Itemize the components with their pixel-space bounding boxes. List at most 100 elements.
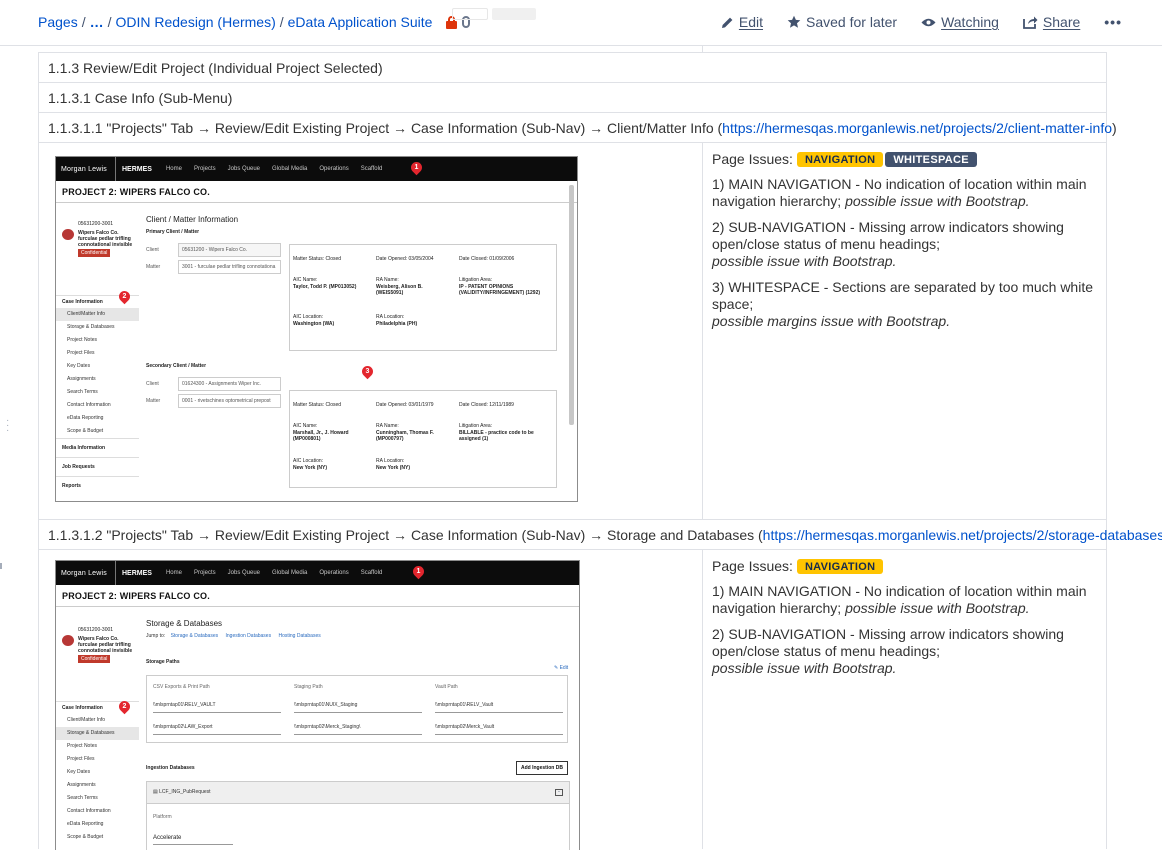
breadcrumb: Pages / … / ODIN Redesign (Hermes) / eDa… (38, 14, 471, 30)
mock-nav-item: Scaffold (360, 166, 383, 172)
mock-side-item: eData Reporting (67, 415, 104, 421)
section-heading: 1.1.3.1.1 "Projects" Tab → Review/Edit E… (48, 120, 723, 136)
mock-hermes: HERMES (121, 569, 152, 577)
mock-side-item: Project Files (67, 756, 95, 762)
mock-project-title: PROJECT 2: WIPERS FALCO CO. (56, 585, 579, 607)
whitespace-lozenge: WHITESPACE (885, 152, 977, 167)
mock-subheading: Storage Paths (146, 659, 180, 665)
mock-text: Washington (WA) (293, 321, 335, 327)
folder-icon (62, 635, 74, 646)
mock-field: 01624300 - Assignments Wiper Inc. (178, 377, 281, 391)
mock-label: Matter (146, 264, 161, 270)
page-actions: Edit Saved for later Watching Share ••• (721, 14, 1122, 30)
mock-side-item: Client/Matter Info (67, 717, 106, 723)
page-issues-label: Page Issues: (712, 558, 793, 574)
mock-text: Vault Path (435, 684, 458, 690)
page-header: Pages / … / ODIN Redesign (Hermes) / eDa… (0, 0, 1162, 46)
page-issues-label: Page Issues: (712, 151, 793, 167)
mock-side-item: Search Terms (67, 389, 98, 395)
table-row: Morgan Lewis HERMES Home Projects Jobs Q… (39, 142, 1106, 519)
mock-text: Date Closed: 01/09/2006 (459, 256, 515, 262)
mock-logo: Morgan Lewis (56, 561, 116, 585)
mock-side-item: Project Files (67, 350, 95, 356)
mock-text: AIC Location: (293, 458, 324, 464)
mock-text: CSV Exports & Print Path (153, 684, 210, 690)
mock-text: Litigation Area: (459, 423, 493, 429)
mock-card-id: 05631200-3001 (78, 627, 114, 633)
mock-nav-item: Projects (193, 570, 216, 576)
mock-text: \\mlsprntap02\Merck_Vault (435, 724, 563, 735)
share-label: Share (1042, 14, 1081, 30)
mock-card-matter: furculae pedlar trifling connotational i… (78, 642, 133, 654)
mock-text: Matter Status: Closed (293, 256, 342, 262)
drag-handle-icon[interactable]: · · · (6, 416, 9, 436)
mock-side-heading: Reports (56, 476, 139, 495)
mock-text: Matter Status: Closed (293, 402, 342, 408)
share-icon (1023, 16, 1038, 29)
mock-text: Jump to: (146, 633, 166, 639)
mock-label: Client (146, 247, 159, 253)
mock-text: Platform (153, 814, 172, 820)
mock-logo: Morgan Lewis (56, 157, 116, 181)
mock-card-matter: furculae pedlar trifling connotational i… (78, 236, 133, 248)
storage-databases-link[interactable]: https://hermesqas.morganlewis.net/projec… (763, 527, 1162, 543)
mock-text: LCF_ING_PubRequest (159, 789, 211, 795)
mock-subheading: Secondary Client / Matter (146, 363, 207, 369)
mock-nav: Morgan Lewis HERMES Home Projects Jobs Q… (56, 561, 579, 585)
issue-item: 2) SUB-NAVIGATION - Missing arrow indica… (712, 219, 1064, 269)
saved-label: Saved for later (806, 14, 898, 30)
star-icon (787, 15, 801, 28)
breadcrumb-parent[interactable]: ODIN Redesign (Hermes) (115, 14, 275, 30)
mock-edit-link: ✎ Edit (554, 665, 569, 671)
mock-text: Litigation Area: (459, 277, 493, 283)
mock-nav-item: Home (165, 570, 182, 576)
storage-databases-screenshot: Morgan Lewis HERMES Home Projects Jobs Q… (55, 560, 580, 850)
mock-hermes: HERMES (121, 165, 152, 173)
watching-button[interactable]: Watching (921, 14, 999, 30)
mock-side-item: Search Terms (67, 795, 98, 801)
collapse-icon: - (555, 789, 563, 796)
issue-item: 1) MAIN NAVIGATION - No indication of lo… (712, 583, 1087, 616)
mock-side-item: Key Dates (67, 769, 91, 775)
mock-accordion: ▤ LCF_ING_PubRequest - Platform Accelera… (146, 781, 570, 850)
mock-add-button: Add Ingestion DB (516, 761, 568, 775)
edit-button[interactable]: Edit (721, 14, 763, 30)
breadcrumb-current[interactable]: eData Application Suite (288, 14, 433, 30)
share-button[interactable]: Share (1023, 14, 1080, 30)
issue-item: 2) SUB-NAVIGATION - Missing arrow indica… (712, 626, 1064, 676)
mock-text: \\mlsprntap02\LAW_Export (153, 724, 281, 735)
mock-nav: Morgan Lewis HERMES Home Projects Jobs Q… (56, 157, 577, 181)
table-row: 1.1.3 Review/Edit Project (Individual Pr… (39, 52, 1106, 82)
mock-nav-item: Home (165, 166, 182, 172)
mock-nav-item: Jobs Queue (227, 166, 260, 172)
saved-for-later-button[interactable]: Saved for later (787, 14, 897, 30)
screenshot-cell: Morgan Lewis HERMES Home Projects Jobs Q… (39, 143, 703, 519)
watching-label: Watching (941, 14, 999, 30)
section-heading: 1.1.3.1 Case Info (Sub-Menu) (48, 90, 233, 106)
mock-project-title: PROJECT 2: WIPERS FALCO CO. (56, 181, 577, 203)
table-row: 1.1.3.1.1 "Projects" Tab → Review/Edit E… (39, 112, 1117, 142)
gutter-marker (0, 563, 2, 569)
issue-item: 1) MAIN NAVIGATION - No indication of lo… (712, 176, 1087, 209)
ghost-field (452, 8, 488, 20)
breadcrumb-pages[interactable]: Pages (38, 14, 78, 30)
breadcrumb-separator: / (81, 14, 86, 30)
mock-subheading: Primary Client / Matter (146, 229, 200, 235)
more-actions-icon[interactable]: ••• (1104, 14, 1122, 30)
mock-text: RA Location: (376, 458, 405, 464)
client-matter-link[interactable]: https://hermesqas.morganlewis.net/projec… (722, 120, 1112, 136)
requirements-table: 1.1.3 Review/Edit Project (Individual Pr… (38, 52, 1162, 850)
table-row: 1.1.3.1.2 "Projects" Tab → Review/Edit E… (39, 519, 1162, 549)
mock-link: Ingestion Databases (225, 633, 272, 639)
breadcrumb-ellipsis[interactable]: … (90, 14, 104, 30)
mock-text: \\mlsprntap01\NUIX_Staging (294, 702, 422, 713)
mock-side-item: Assignments (67, 782, 96, 788)
mock-side-item: Contact Information (67, 808, 111, 814)
mock-text: AIC Location: (293, 314, 324, 320)
mock-side-item: Key Dates (67, 363, 91, 369)
pin-marker-icon: 1 (410, 563, 427, 580)
section-heading: 1.1.3.1.2 "Projects" Tab → Review/Edit E… (48, 527, 763, 543)
mock-text: Date Opened: 03/01/1979 (376, 402, 434, 408)
mock-subheading: Ingestion Databases (146, 765, 195, 771)
mock-text: IP - PATENT OPINIONS (VALIDITY/INFRINGEM… (459, 284, 541, 296)
